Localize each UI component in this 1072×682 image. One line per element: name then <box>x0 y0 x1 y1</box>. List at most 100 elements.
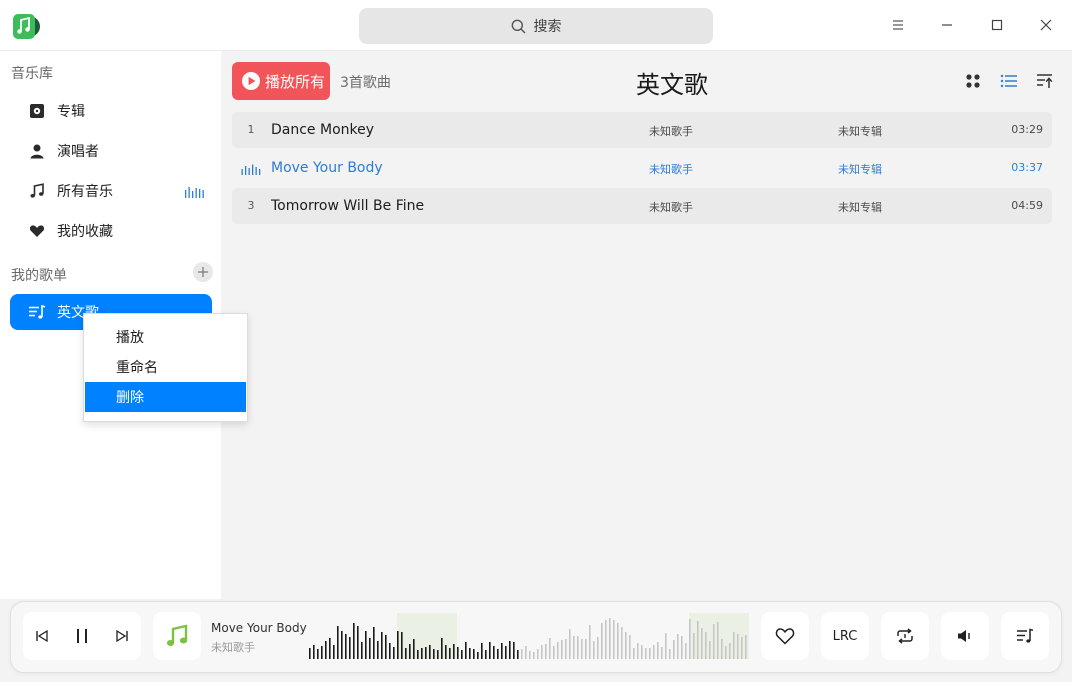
previous-button[interactable] <box>32 626 52 646</box>
maximize-button[interactable] <box>982 10 1012 40</box>
waveform-bar <box>533 652 535 659</box>
play-circle-icon <box>241 71 261 91</box>
favorite-button[interactable] <box>761 612 809 660</box>
waveform-bar <box>649 648 651 659</box>
waveform-bar <box>345 634 347 659</box>
album-cover[interactable] <box>153 612 201 660</box>
sidebar-item-albums[interactable]: 专辑 <box>10 93 212 129</box>
now-playing-title: Move Your Body <box>211 621 307 635</box>
waveform-bar <box>397 631 399 659</box>
waveform-bar <box>549 638 551 659</box>
play-queue-button[interactable] <box>1001 612 1049 660</box>
lyrics-label: LRC <box>832 628 858 644</box>
waveform-bar <box>333 645 335 659</box>
waveform-bar <box>653 645 655 659</box>
repeat-icon <box>897 628 913 644</box>
waveform-bar <box>349 637 351 659</box>
grid-view-button[interactable] <box>963 71 983 91</box>
waveform-bar <box>521 649 523 659</box>
song-duration: 03:37 <box>1011 161 1043 174</box>
waveform-bar <box>605 620 607 659</box>
waveform-bar <box>361 642 363 659</box>
player-bar: Move Your Body 未知歌手 LRC <box>10 601 1062 673</box>
song-artist: 未知歌手 <box>649 201 693 214</box>
waveform-bar <box>429 645 431 659</box>
waveform-bar <box>569 629 571 659</box>
waveform-bar <box>705 632 707 659</box>
waveform-bar <box>673 640 675 659</box>
waveform-bar <box>401 632 403 659</box>
add-playlist-button[interactable] <box>193 262 213 282</box>
sidebar-item-singers[interactable]: 演唱者 <box>10 133 212 169</box>
pause-button[interactable] <box>72 626 92 646</box>
minimize-button[interactable] <box>932 10 962 40</box>
waveform-bar <box>661 647 663 659</box>
repeat-button[interactable] <box>881 612 929 660</box>
waveform-bar <box>341 631 343 659</box>
song-album: 未知专辑 <box>838 201 882 214</box>
app-logo-icon <box>13 13 40 40</box>
next-button[interactable] <box>112 626 132 646</box>
sidebar-item-label: 专辑 <box>57 104 85 120</box>
play-all-button[interactable]: 播放所有 <box>232 62 330 100</box>
waveform-bar <box>693 633 695 659</box>
sidebar-item-all-music[interactable]: 所有音乐 <box>10 173 212 209</box>
sidebar-item-label: 演唱者 <box>57 144 99 160</box>
waveform-bar <box>717 622 719 659</box>
waveform-bar <box>369 638 371 659</box>
waveform-bar <box>377 641 379 659</box>
waveform-bar <box>393 647 395 659</box>
waveform-bar <box>425 647 427 659</box>
waveform-bar <box>357 626 359 659</box>
song-row[interactable]: 3 Tomorrow Will Be Fine 未知歌手 未知专辑 04:59 <box>232 188 1052 224</box>
waveform-bar <box>473 649 475 659</box>
waveform-bar <box>321 646 323 659</box>
close-button[interactable] <box>1031 10 1061 40</box>
waveform-bar <box>529 651 531 659</box>
waveform-bar <box>601 623 603 659</box>
waveform-bar <box>385 635 387 659</box>
music-app-window: 搜索 音乐库 专辑 演唱者 所有音乐 我的收藏 我的歌单 英文歌 播放 重命名 … <box>0 0 1072 682</box>
hamburger-icon <box>893 20 903 30</box>
menu-button[interactable] <box>883 10 913 40</box>
waveform-bar <box>637 643 639 659</box>
previous-icon <box>36 629 48 643</box>
waveform-bar <box>625 632 627 659</box>
grid-view-icon <box>966 74 980 88</box>
sidebar-item-favorites[interactable]: 我的收藏 <box>10 213 212 249</box>
waveform-bar <box>441 638 443 659</box>
waveform-bar <box>417 650 419 659</box>
waveform-bar <box>701 628 703 659</box>
title-bar: 搜索 <box>0 0 1072 51</box>
waveform-bar <box>493 646 495 659</box>
waveform-progress[interactable] <box>309 613 749 659</box>
sort-button[interactable] <box>1035 71 1055 91</box>
waveform-bar <box>325 641 327 659</box>
waveform-bar <box>317 649 319 659</box>
waveform-bar <box>577 636 579 659</box>
waveform-bar <box>725 646 727 659</box>
volume-button[interactable] <box>941 612 989 660</box>
waveform-bar <box>685 643 687 659</box>
waveform-bar <box>541 645 543 659</box>
waveform-bar <box>561 640 563 659</box>
now-playing-artist: 未知歌手 <box>211 641 255 654</box>
waveform-bar <box>465 642 467 659</box>
song-number: 3 <box>247 199 255 212</box>
maximize-icon <box>991 19 1003 31</box>
song-title: Move Your Body <box>271 160 383 176</box>
lyrics-button[interactable]: LRC <box>821 612 869 660</box>
song-row[interactable]: Move Your Body 未知歌手 未知专辑 03:37 <box>232 150 1052 186</box>
waveform-bar <box>597 637 599 659</box>
waveform-bar <box>609 618 611 659</box>
waveform-bar <box>489 642 491 659</box>
music-note-icon <box>28 182 46 200</box>
search-box[interactable]: 搜索 <box>359 8 713 44</box>
waveform-bar <box>669 649 671 659</box>
song-number: 1 <box>247 123 255 136</box>
song-row[interactable]: 1 Dance Monkey 未知歌手 未知专辑 03:29 <box>232 112 1052 148</box>
waveform-bar <box>629 635 631 659</box>
list-view-button[interactable] <box>999 71 1019 91</box>
waveform-bar <box>453 644 455 659</box>
waveform-bar <box>581 639 583 659</box>
